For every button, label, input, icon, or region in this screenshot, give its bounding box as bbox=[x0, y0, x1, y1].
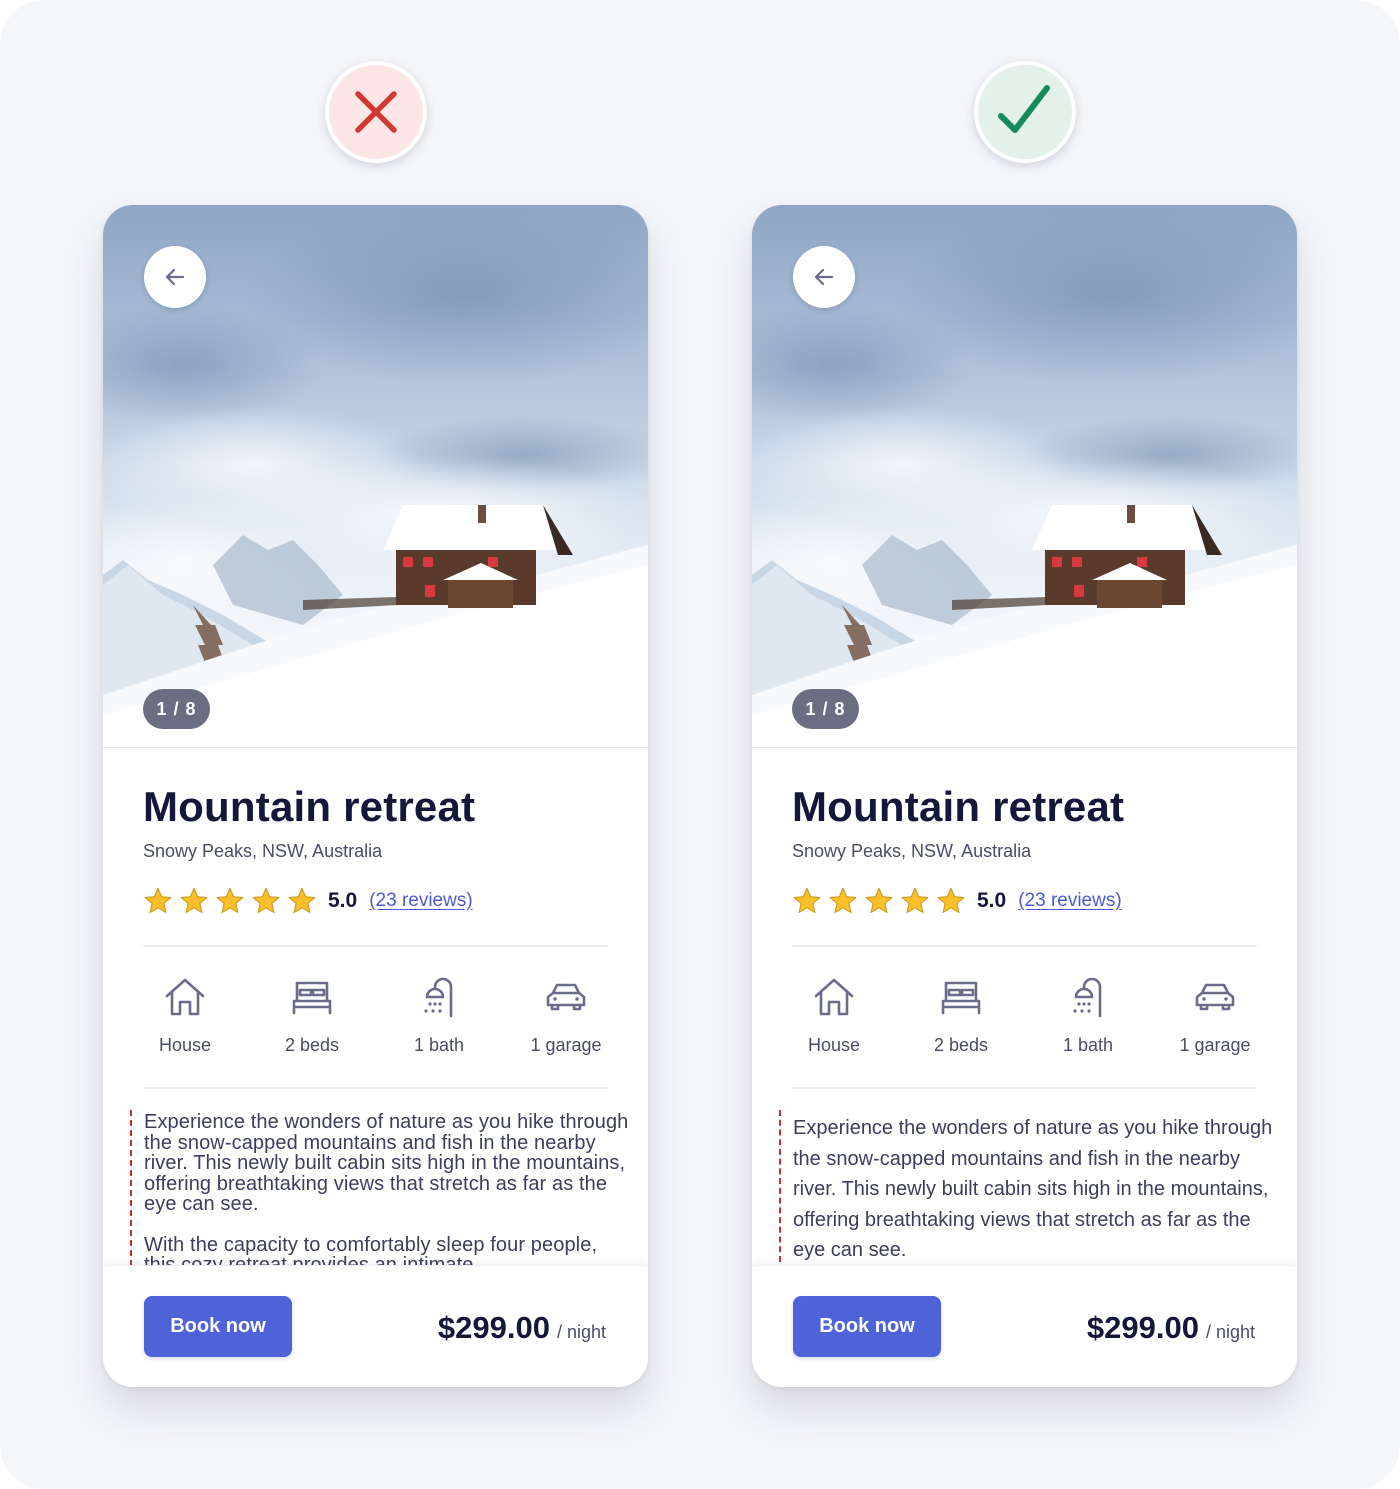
description-paragraph: With the capacity to comfortably sleep f… bbox=[144, 1233, 598, 1266]
listing-title: Mountain retreat bbox=[792, 783, 1125, 830]
car-icon bbox=[1195, 983, 1235, 1011]
book-now-button[interactable]: Book now bbox=[793, 1296, 941, 1357]
description: Experience the wonders of nature as you … bbox=[130, 1110, 630, 1266]
reviews-link[interactable]: (23 reviews) bbox=[369, 890, 472, 912]
price: $299.00 / night bbox=[1087, 1310, 1255, 1346]
bed-icon bbox=[292, 981, 332, 1015]
feature-list: House 2 beds 1 bath 1 garage bbox=[772, 975, 1277, 1056]
feature-garage: 1 garage bbox=[504, 975, 628, 1056]
price: $299.00 / night bbox=[438, 1310, 606, 1346]
rating-row: 5.0 (23 reviews) bbox=[143, 885, 473, 917]
feature-bath: 1 bath bbox=[377, 975, 501, 1056]
divider bbox=[792, 945, 1257, 947]
listing-title: Mountain retreat bbox=[143, 783, 476, 830]
reviews-link[interactable]: (23 reviews) bbox=[1018, 890, 1121, 912]
house-icon bbox=[814, 978, 854, 1016]
star-icon bbox=[865, 887, 893, 914]
feature-label: 1 garage bbox=[1179, 1035, 1251, 1055]
feature-label: House bbox=[807, 1035, 861, 1055]
divider bbox=[792, 1087, 1257, 1089]
rating-score: 5.0 bbox=[328, 889, 358, 912]
listing-card-good: 1 / 8 Mountain retreat Snowy Peaks, NSW,… bbox=[752, 205, 1297, 1387]
car-icon bbox=[546, 983, 586, 1011]
arrow-left-icon bbox=[165, 268, 185, 286]
listing-location: Snowy Peaks, NSW, Australia bbox=[792, 841, 1032, 861]
price-amount: $299.00 bbox=[437, 1310, 550, 1345]
feature-label: 1 garage bbox=[530, 1035, 602, 1055]
check-icon bbox=[998, 85, 1050, 133]
gallery-counter: 1 / 8 bbox=[143, 689, 210, 729]
comparison-canvas: 1 / 8 Mountain retreat Snowy Peaks, NSW,… bbox=[0, 0, 1400, 1489]
divider bbox=[143, 1087, 608, 1089]
price-unit: / night bbox=[1205, 1322, 1255, 1342]
shower-icon bbox=[424, 977, 453, 1018]
star-rating bbox=[792, 886, 966, 916]
star-icon bbox=[793, 887, 821, 914]
star-icon bbox=[937, 887, 965, 914]
feature-beds: 2 beds bbox=[250, 975, 374, 1056]
feature-label: 2 beds bbox=[933, 1035, 989, 1055]
photo-gallery[interactable]: 1 / 8 bbox=[103, 205, 648, 748]
booking-bar: Book now $299.00 / night bbox=[752, 1265, 1297, 1387]
feature-label: 1 bath bbox=[1062, 1035, 1114, 1055]
feature-label: House bbox=[158, 1035, 212, 1055]
back-button[interactable] bbox=[144, 246, 206, 308]
feature-garage: 1 garage bbox=[1153, 975, 1277, 1056]
feature-bath: 1 bath bbox=[1026, 975, 1150, 1056]
rating-score: 5.0 bbox=[977, 889, 1007, 912]
description-paragraph: Experience the wonders of nature as you … bbox=[144, 1111, 629, 1215]
feature-list: House 2 beds 1 bath 1 garage bbox=[123, 975, 628, 1056]
bed-icon bbox=[941, 981, 981, 1015]
star-icon bbox=[829, 887, 857, 914]
back-button[interactable] bbox=[793, 246, 855, 308]
gallery-counter: 1 / 8 bbox=[792, 689, 859, 729]
shower-icon bbox=[1073, 977, 1102, 1018]
divider bbox=[143, 945, 608, 947]
feature-label: 2 beds bbox=[284, 1035, 340, 1055]
house-icon bbox=[165, 978, 205, 1016]
booking-bar: Book now $299.00 / night bbox=[103, 1265, 648, 1387]
star-icon bbox=[216, 887, 244, 914]
photo-gallery[interactable]: 1 / 8 bbox=[752, 205, 1297, 748]
price-amount: $299.00 bbox=[1086, 1310, 1199, 1345]
feature-beds: 2 beds bbox=[899, 975, 1023, 1056]
bad-example-badge bbox=[325, 61, 427, 163]
star-icon bbox=[144, 887, 172, 914]
listing-card-bad: 1 / 8 Mountain retreat Snowy Peaks, NSW,… bbox=[103, 205, 648, 1387]
star-rating bbox=[143, 886, 317, 916]
star-icon bbox=[288, 887, 316, 914]
feature-house: House bbox=[123, 975, 247, 1056]
star-icon bbox=[901, 887, 929, 914]
listing-location: Snowy Peaks, NSW, Australia bbox=[143, 841, 383, 861]
feature-label: 1 bath bbox=[413, 1035, 465, 1055]
star-icon bbox=[180, 887, 208, 914]
good-example-badge bbox=[974, 61, 1076, 163]
description: Experience the wonders of nature as you … bbox=[779, 1110, 1279, 1262]
description-paragraph: Experience the wonders of nature as you … bbox=[793, 1117, 1273, 1261]
book-now-button[interactable]: Book now bbox=[144, 1296, 292, 1357]
x-icon bbox=[355, 91, 397, 133]
star-icon bbox=[252, 887, 280, 914]
rating-row: 5.0 (23 reviews) bbox=[792, 885, 1122, 917]
feature-house: House bbox=[772, 975, 896, 1056]
price-unit: / night bbox=[556, 1322, 606, 1342]
arrow-left-icon bbox=[814, 268, 834, 286]
